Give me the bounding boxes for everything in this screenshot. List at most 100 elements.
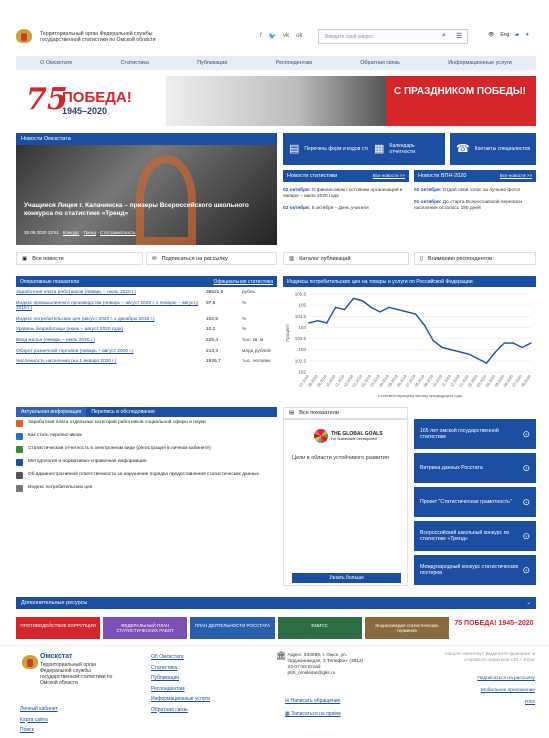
resource-logo[interactable]: Энциклопедия статистических терминов xyxy=(364,617,449,639)
news-header[interactable]: Новости Омскстата xyxy=(16,133,277,145)
resource-logo[interactable]: ЕМИСС xyxy=(277,617,362,639)
lang-switch[interactable]: Eng xyxy=(500,32,509,38)
news-tag[interactable]: Тренд xyxy=(83,230,96,235)
cpi-point xyxy=(317,320,319,322)
footer-link[interactable]: Публикации xyxy=(151,673,210,684)
item-label[interactable]: Об административной ответственности за н… xyxy=(28,472,259,478)
item-label[interactable]: Индекс потребительских цен xyxy=(28,485,92,491)
footer-link[interactable]: Статистика xyxy=(151,663,210,674)
list-item[interactable]: Как стать переписчиком xyxy=(16,433,277,440)
resource-logo[interactable]: ПЛАН ДЕЯТЕЛЬНОСТИ РОССТАТА xyxy=(190,617,275,639)
tab-actual[interactable]: Актуальная информация xyxy=(16,407,87,417)
mobile-app-link[interactable]: Мобильное приложение xyxy=(481,688,535,694)
resources-header[interactable]: Дополнительные ресурсы ⌄ xyxy=(16,597,536,609)
news-item[interactable]: 02 октября: Отдай свой голос за лучшее ф… xyxy=(414,188,536,194)
contacts-button[interactable]: ☎ Контакты специалистов xyxy=(450,133,536,165)
resource-logo[interactable]: ФЕДЕРАЛЬНЫЙ ПЛАН СТАТИСТИЧЕСКИХ РАБОТ xyxy=(103,617,188,639)
resource-logo[interactable]: 75 ПОБЕДА! 1945–2020 xyxy=(451,617,537,639)
all-news-button[interactable]: ▣ Все новости xyxy=(16,252,143,265)
list-item[interactable]: Об административной ответственности за н… xyxy=(16,472,277,479)
nav-publications[interactable]: Публикации xyxy=(197,60,227,66)
indicator-name[interactable]: Заработная плата работников (январь – ию… xyxy=(16,290,206,296)
list-item[interactable]: Заработная плата отдельных категорий раб… xyxy=(16,420,277,427)
org-name[interactable]: Территориальный орган Федеральной службы… xyxy=(40,31,160,43)
calendar-button[interactable]: ▦ Календарь отчетности xyxy=(368,133,445,165)
chevron-down-icon[interactable]: ⌄ xyxy=(526,600,531,606)
project-tile[interactable]: Всероссийский школьный конкурс по статис… xyxy=(414,521,536,551)
write-appeal-link[interactable]: ✉ Написать обращение xyxy=(285,698,340,704)
indicator-name[interactable]: Численность населения (на 1 января 2020 … xyxy=(16,359,206,365)
item-label[interactable]: Статистическая отчетность в электронном … xyxy=(28,446,211,452)
respondents-button[interactable]: ▯ Вниманию респондентов xyxy=(414,252,536,265)
footer-link[interactable]: Обратная связь xyxy=(151,705,210,716)
nav-info-services[interactable]: Информационные услуги xyxy=(448,60,512,66)
news-tag[interactable]: Статграмотность xyxy=(100,230,136,235)
footer-link[interactable]: Об Омскстате xyxy=(151,652,210,663)
indicator-name[interactable]: Ввод жилья (январь – июль 2020 г.) xyxy=(16,338,206,344)
item-label[interactable]: Методология и нормативно-справочная инфо… xyxy=(28,459,146,465)
news-caption[interactable]: Учащиеся Лицея г. Калачинска – призеры В… xyxy=(24,202,264,218)
project-tile[interactable]: 165 лет омской государственной статистик… xyxy=(414,419,536,449)
check-circle-icon: ⊙ xyxy=(522,530,530,541)
vk-icon[interactable]: vk xyxy=(283,33,289,40)
all-news-link[interactable]: Все новости >> xyxy=(373,173,405,179)
x-axis-label: к соответствующему месяцу предыдущего го… xyxy=(378,394,463,398)
rss-link[interactable]: RSS xyxy=(525,700,535,706)
filter-icon[interactable]: ☰ xyxy=(456,32,462,40)
tab-census[interactable]: Перепись и обследования xyxy=(86,407,159,417)
indicator-unit: тыс. человек xyxy=(242,359,271,365)
learn-more-button[interactable]: Узнать больше xyxy=(292,573,401,583)
site-header: Территориальный орган Федеральной службы… xyxy=(14,22,536,52)
nav-about[interactable]: О Омскстате xyxy=(40,60,72,66)
official-stat-link[interactable]: Официальная статистика xyxy=(213,279,273,285)
tile-label: Всероссийский школьный конкурс по статис… xyxy=(420,529,510,543)
subscribe-button[interactable]: ✉ Подписаться на рассылку xyxy=(146,252,277,265)
project-tile[interactable]: Витрина данных Росстата ⊙ xyxy=(414,453,536,483)
emblem-logo[interactable] xyxy=(14,26,34,48)
project-tile[interactable]: Международный конкурс статистических пос… xyxy=(414,555,536,585)
all-news-link[interactable]: Все новости >> xyxy=(500,173,532,179)
project-tile[interactable]: Проект "Статистическая грамотность" ⊙ xyxy=(414,487,536,517)
cpi-point xyxy=(432,340,435,342)
personal-cabinet-link[interactable]: Личный кабинет xyxy=(20,704,58,715)
eye-icon[interactable]: 👁 xyxy=(488,32,494,38)
victory-banner[interactable]: 75 ПОБЕДА! 1945–2020 С ПРАЗДНИКОМ ПОБЕДЫ! xyxy=(16,76,536,126)
sitemap-link[interactable]: Карта сайта xyxy=(20,715,58,726)
item-label[interactable]: Как стать переписчиком xyxy=(28,433,82,439)
indicator-name[interactable]: Индекс промышленного производства (январ… xyxy=(16,301,206,312)
indicator-name[interactable]: Уровень безработицы (июнь – август 2020 … xyxy=(16,327,206,333)
list-item[interactable]: Индекс потребительских цен xyxy=(16,485,277,492)
all-indicators-button[interactable]: ▤ Все показатели xyxy=(283,407,408,419)
emblem-icon[interactable]: ✦ xyxy=(525,32,529,38)
news-tag[interactable]: Конкурс xyxy=(63,230,80,235)
news-item[interactable]: 02 октября: 5 октября – День учителя xyxy=(283,206,409,212)
facebook-icon[interactable]: f xyxy=(260,33,262,40)
catalog-button[interactable]: ▥ Каталог публикаций xyxy=(283,252,409,265)
resource-logo[interactable]: ПРОТИВОДЕЙСТВИЕ КОРРУПЦИИ xyxy=(16,617,101,639)
indicator-name[interactable]: Оборот розничной торговли (январь – авгу… xyxy=(16,349,206,355)
search-link[interactable]: Поиск xyxy=(20,725,58,736)
list-item[interactable]: Статистическая отчетность в электронном … xyxy=(16,446,277,453)
map-icon[interactable]: ▰ xyxy=(515,32,519,38)
footer-link[interactable]: Информационные услуги xyxy=(151,694,210,705)
news-slider[interactable]: Учащиеся Лицея г. Калачинска – призеры В… xyxy=(16,145,277,245)
search-icon[interactable]: ⌕ xyxy=(442,32,446,40)
appointment-link[interactable]: ▦ Записаться на приём xyxy=(285,711,341,717)
item-label[interactable]: Заработная плата отдельных категорий раб… xyxy=(28,420,206,426)
indicator-name[interactable]: Индекс потребительских цен (август 2020 … xyxy=(16,317,206,323)
subscribe-link[interactable]: Подписаться на рассылку xyxy=(477,676,535,682)
cpi-point xyxy=(352,297,355,300)
census-news: Новости ВПН-2020 Все новости >> 02 октябр… xyxy=(414,170,536,212)
news-item[interactable]: 01 октября: До старта Всероссийской пере… xyxy=(414,200,536,212)
twitter-icon[interactable]: 🐦 xyxy=(269,33,276,40)
nav-respondents[interactable]: Респондентам xyxy=(276,60,312,66)
tile-label: Международный конкурс статистических пос… xyxy=(420,563,519,577)
nav-feedback[interactable]: Обратная связь xyxy=(360,60,400,66)
list-item[interactable]: Методология и нормативно-справочная инфо… xyxy=(16,459,277,466)
ok-icon[interactable]: ok xyxy=(296,33,302,40)
footer-link[interactable]: Респондентам xyxy=(151,684,210,695)
doc-icon: ▯ xyxy=(420,255,424,262)
nav-statistics[interactable]: Статистика xyxy=(121,60,149,66)
calendar-icon: ▦ xyxy=(374,143,385,155)
news-item[interactable]: 02 октября: О финансовом состоянии орган… xyxy=(283,188,409,200)
